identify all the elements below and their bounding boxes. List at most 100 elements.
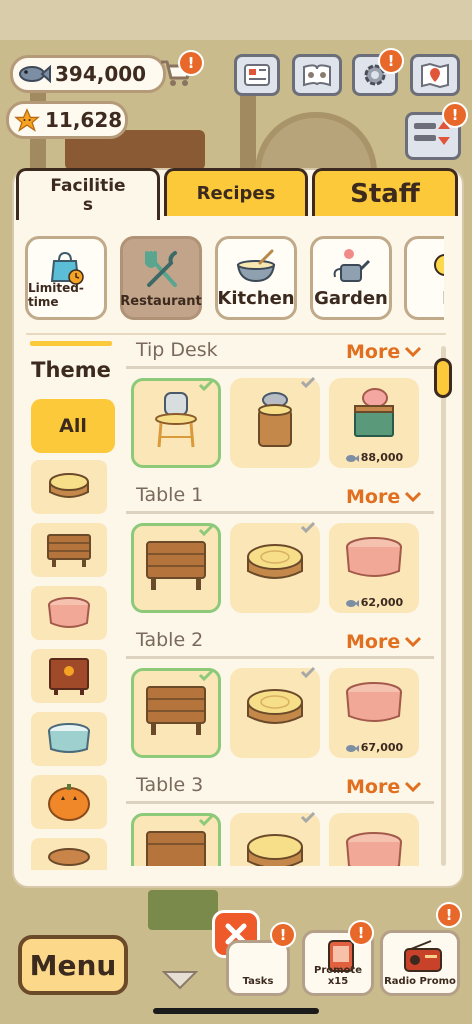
- check-icon: [198, 669, 214, 681]
- chevron-down-icon: [405, 491, 422, 503]
- item-card[interactable]: [131, 523, 221, 613]
- theme-striped-table[interactable]: [31, 712, 107, 766]
- more-label: More: [346, 631, 401, 653]
- more-button-tip-desk[interactable]: More: [346, 341, 422, 363]
- pumpkin-thumb-icon: [48, 784, 90, 821]
- wood-plank-table-icon: [146, 540, 206, 590]
- check-icon: [198, 379, 214, 391]
- news-button[interactable]: [234, 54, 280, 96]
- tasks-alert-badge: !: [270, 922, 296, 948]
- jar-tip-desk-icon: [155, 391, 197, 447]
- chevron-down-icon: [405, 781, 422, 793]
- fish-currency: 394,000: [10, 55, 166, 93]
- item-card[interactable]: [230, 811, 320, 866]
- category-garden[interactable]: Garden: [310, 236, 392, 320]
- theme-log-stump[interactable]: [31, 460, 107, 514]
- tab-staff-label: Staff: [350, 178, 420, 209]
- section-divider: [126, 656, 434, 659]
- gingham-thumb-icon: [48, 597, 90, 628]
- paw-book-icon: [303, 64, 331, 87]
- item-price: 67,000: [329, 741, 419, 754]
- theme-wood-plank[interactable]: [31, 523, 107, 577]
- chevron-down-icon: [405, 636, 422, 648]
- chevron-down-icon: [405, 346, 422, 358]
- item-card[interactable]: [131, 378, 221, 468]
- item-card[interactable]: [230, 376, 320, 468]
- check-icon: [300, 376, 316, 388]
- theme-all-button[interactable]: All: [31, 399, 115, 453]
- check-icon: [300, 811, 316, 823]
- newspaper-icon: [244, 64, 270, 86]
- wood-plank-thumb-icon: [47, 534, 91, 567]
- theme-cat-banner[interactable]: [31, 649, 107, 703]
- bulb-icon: [434, 254, 444, 276]
- theme-accent-bar: [30, 341, 112, 346]
- striped-table-thumb-icon: [48, 723, 90, 753]
- section-divider: [126, 511, 434, 514]
- tasks-button[interactable]: Tasks: [226, 940, 290, 996]
- category-limited-time[interactable]: Limited-time: [25, 236, 107, 320]
- item-card[interactable]: [329, 813, 419, 866]
- category-label: Restaurant: [120, 294, 202, 309]
- menu-button[interactable]: Menu: [18, 935, 128, 995]
- pawbook-button[interactable]: [292, 54, 342, 96]
- item-card[interactable]: [230, 666, 320, 758]
- check-icon: [300, 666, 316, 678]
- tab-recipes-label: Recipes: [196, 183, 276, 204]
- settings-alert-badge: !: [378, 48, 404, 74]
- theme-round-table[interactable]: [31, 838, 107, 870]
- radio-promo-button[interactable]: Radio Promo: [380, 930, 460, 996]
- wood-plank-table-icon: [146, 830, 206, 866]
- fish-amount: 394,000: [55, 62, 147, 86]
- check-icon: [198, 814, 214, 826]
- category-kitchen[interactable]: Kitchen: [215, 236, 297, 320]
- section-divider: [126, 366, 434, 369]
- promote-label: Promote x15: [314, 965, 362, 987]
- shop-alert-badge: !: [178, 50, 204, 76]
- category-partial[interactable]: Bu: [404, 236, 444, 320]
- category-overflow: Bu: [404, 236, 444, 320]
- sort-alert-badge: !: [442, 102, 468, 128]
- fish-icon: [345, 454, 359, 462]
- item-card[interactable]: 88,000: [329, 378, 419, 468]
- theme-pumpkin[interactable]: [31, 775, 107, 829]
- log-stump-table-icon: [247, 689, 303, 725]
- map-pin-icon: [421, 62, 449, 88]
- more-label: More: [346, 341, 401, 363]
- map-button[interactable]: [410, 54, 460, 96]
- radio-promo-label: Radio Promo: [384, 976, 456, 987]
- section-title-table-3: Table 3: [136, 774, 204, 796]
- star-amount: 11,628: [45, 108, 123, 132]
- more-button-table-3[interactable]: More: [346, 776, 422, 798]
- home-indicator: [153, 1008, 319, 1014]
- check-icon: [300, 521, 316, 533]
- gingham-table-icon: [346, 832, 402, 866]
- tab-recipes[interactable]: Recipes: [164, 168, 308, 216]
- tab-staff[interactable]: Staff: [312, 168, 458, 216]
- list-scrollbar-track[interactable]: [441, 346, 446, 866]
- item-card[interactable]: [230, 521, 320, 613]
- price-value: 88,000: [360, 451, 404, 464]
- cat-banner-thumb-icon: [49, 658, 89, 695]
- item-card[interactable]: [131, 813, 221, 866]
- background-rug: [148, 890, 218, 930]
- gingham-table-icon: [346, 537, 402, 577]
- more-button-table-2[interactable]: More: [346, 631, 422, 653]
- item-card[interactable]: 67,000: [329, 668, 419, 758]
- category-restaurant[interactable]: Restaurant: [120, 236, 202, 320]
- round-table-thumb-icon: [48, 848, 90, 866]
- radio-icon: [404, 940, 442, 972]
- section-title-tip-desk: Tip Desk: [136, 339, 218, 361]
- category-label: Bu: [442, 288, 444, 309]
- fish-icon: [19, 64, 51, 84]
- item-card[interactable]: [131, 668, 221, 758]
- collapse-arrow-icon[interactable]: [160, 968, 200, 992]
- promote-alert-badge: !: [348, 920, 374, 946]
- theme-gingham[interactable]: [31, 586, 107, 640]
- more-button-table-1[interactable]: More: [346, 486, 422, 508]
- more-label: More: [346, 776, 401, 798]
- tab-facilities[interactable]: Facilitie s: [16, 168, 160, 220]
- log-stump-thumb-icon: [49, 473, 89, 498]
- item-card[interactable]: 62,000: [329, 523, 419, 613]
- list-scrollbar-thumb[interactable]: [434, 358, 452, 398]
